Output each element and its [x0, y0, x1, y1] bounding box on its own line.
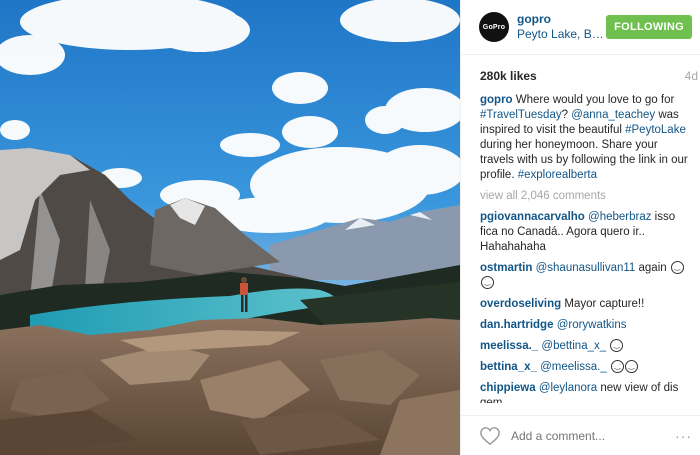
mention-link[interactable]: @rorywatkins: [557, 319, 627, 331]
post-photo[interactable]: [0, 0, 460, 455]
avatar-text: GoPro: [482, 23, 506, 31]
comment-text: [607, 361, 610, 373]
mention-link[interactable]: @bettina_x_: [541, 340, 606, 352]
smiley-emoji-icon: ‿: [481, 276, 494, 290]
mention-link[interactable]: @meelissa._: [540, 361, 607, 373]
smiley-emoji-icon: ‿: [610, 360, 624, 374]
comment-username[interactable]: gopro: [480, 94, 513, 106]
smiley-emoji-icon: ‿: [610, 339, 624, 353]
post-username[interactable]: gopro: [517, 12, 606, 27]
comments-list: gopro Where would you love to go for #Tr…: [461, 85, 700, 403]
comment-username[interactable]: ostmartin: [480, 262, 532, 274]
mountain-lake-photo: [0, 0, 460, 455]
post-container: GoPro gopro Peyto Lake, Ba... FOLLOWING …: [0, 0, 700, 455]
following-button[interactable]: FOLLOWING: [606, 15, 692, 39]
hashtag-link[interactable]: #TravelTuesday: [480, 109, 562, 121]
comment-text: again: [635, 262, 670, 274]
header-info: gopro Peyto Lake, Ba...: [517, 12, 606, 42]
view-all-comments-link[interactable]: view all 2,046 comments: [480, 189, 694, 204]
comment-text: Where would you love to go for: [512, 94, 675, 106]
comment-username[interactable]: meelissa._: [480, 340, 538, 352]
avatar[interactable]: GoPro: [479, 12, 509, 42]
caption: gopro Where would you love to go for #Tr…: [480, 93, 694, 183]
hashtag-link[interactable]: #explorealberta: [518, 169, 597, 181]
comment-item: ostmartin @shaunasullivan11 again ‿ ‿: [480, 261, 694, 291]
mention-link[interactable]: @heberbraz: [588, 211, 651, 223]
comment-username[interactable]: pgiovannacarvalho: [480, 211, 585, 223]
comment-item: pgiovannacarvalho @heberbraz isso fica n…: [480, 210, 694, 255]
comment-username[interactable]: overdoseliving: [480, 298, 561, 310]
post-location[interactable]: Peyto Lake, Ba...: [517, 27, 606, 42]
smiley-emoji-icon: ‿: [624, 360, 638, 374]
comment-text: [606, 340, 609, 352]
comment-text: ?: [561, 109, 572, 121]
post-side-panel: GoPro gopro Peyto Lake, Ba... FOLLOWING …: [460, 0, 700, 455]
comment-item: dan.hartridge @rorywatkins: [480, 318, 694, 333]
heart-outline-icon[interactable]: [479, 426, 501, 446]
more-options-icon[interactable]: ···: [675, 428, 692, 444]
mention-link[interactable]: @shaunasullivan11: [536, 262, 636, 274]
comment-username[interactable]: bettina_x_: [480, 361, 537, 373]
smiley-emoji-icon: ‿: [670, 261, 684, 275]
comment-username[interactable]: dan.hartridge: [480, 319, 553, 331]
comment-username[interactable]: chippiewa: [480, 382, 536, 394]
likes-row: 280k likes 4d: [461, 55, 700, 85]
mention-link[interactable]: @anna_teachey: [571, 109, 655, 121]
post-age[interactable]: 4d: [685, 69, 698, 85]
comment-item: meelissa._ @bettina_x_ ‿: [480, 339, 694, 354]
add-comment-input[interactable]: [509, 427, 675, 444]
likes-count[interactable]: 280k likes: [480, 69, 537, 85]
comment-item: overdoseliving Mayor capture!!: [480, 297, 694, 312]
comment-item: chippiewa @leylanora new view of dis gem: [480, 381, 694, 403]
post-header: GoPro gopro Peyto Lake, Ba... FOLLOWING: [461, 0, 700, 55]
comment-text: Mayor capture!!: [561, 298, 645, 310]
mention-link[interactable]: @leylanora: [539, 382, 597, 394]
comment-item: bettina_x_ @meelissa._ ‿ ‿: [480, 360, 694, 375]
hashtag-link[interactable]: #PeytoLake: [625, 124, 686, 136]
comment-footer: ···: [461, 415, 700, 455]
